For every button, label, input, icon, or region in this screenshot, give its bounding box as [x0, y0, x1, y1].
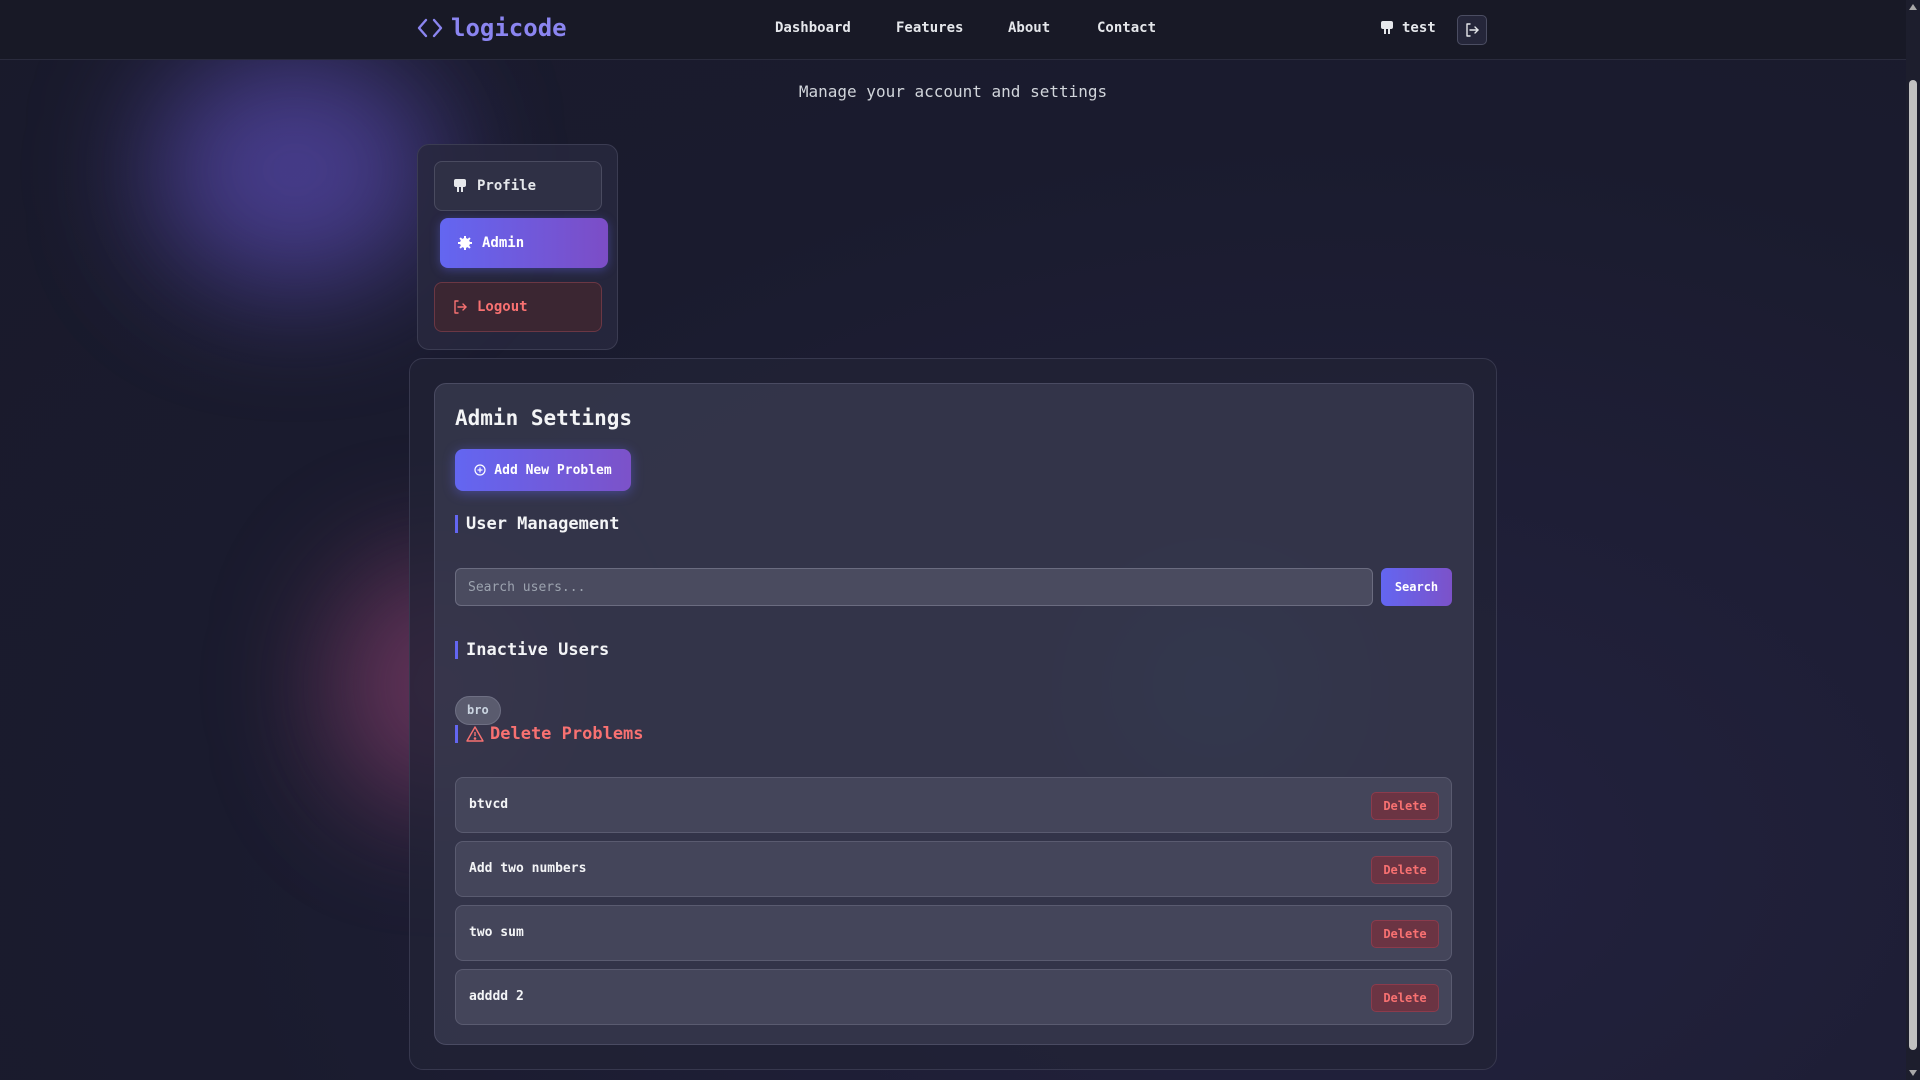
user-menu[interactable]: test [1380, 20, 1436, 36]
logout-icon [454, 300, 467, 314]
scroll-up-arrow[interactable] [1909, 4, 1917, 10]
page-subtitle: Manage your account and settings [798, 82, 1108, 101]
delete-problems-heading: Delete Problems [455, 725, 644, 743]
user-icon [454, 179, 466, 192]
top-navbar: logicode Dashboard Features About Contac… [0, 0, 1906, 60]
delete-button[interactable]: Delete [1371, 984, 1439, 1012]
sidebar-item-label: Admin [482, 235, 525, 251]
inactive-users-title: Inactive Users [455, 641, 609, 659]
sidebar: Profile Admin Logout [417, 144, 618, 350]
sidebar-item-logout[interactable]: Logout [434, 282, 602, 332]
nav-dashboard[interactable]: Dashboard [775, 20, 851, 36]
add-new-problem-button[interactable]: Add New Problem [455, 449, 631, 491]
nav-features[interactable]: Features [896, 20, 963, 36]
problem-name: Add two numbers [469, 861, 587, 876]
admin-settings-title: Admin Settings [455, 406, 633, 430]
scroll-down-arrow[interactable] [1909, 1070, 1917, 1076]
problem-row: two sum Delete [455, 905, 1452, 961]
user-icon [1381, 21, 1393, 34]
problem-row: Add two numbers Delete [455, 841, 1452, 897]
add-new-problem-label: Add New Problem [494, 462, 612, 478]
delete-problems-title: Delete Problems [490, 724, 644, 744]
header-logout-button[interactable] [1457, 15, 1487, 45]
delete-button[interactable]: Delete [1371, 856, 1439, 884]
problem-row: btvcd Delete [455, 777, 1452, 833]
username: test [1402, 20, 1436, 36]
problem-name: adddd 2 [469, 989, 524, 1004]
plus-circle-icon [474, 464, 486, 476]
problem-row: adddd 2 Delete [455, 969, 1452, 1025]
search-button[interactable]: Search [1381, 568, 1452, 606]
nav-contact[interactable]: Contact [1097, 20, 1156, 36]
delete-button[interactable]: Delete [1371, 920, 1439, 948]
warning-icon [466, 726, 484, 742]
problem-name: two sum [469, 925, 524, 940]
delete-button[interactable]: Delete [1371, 792, 1439, 820]
nav-about[interactable]: About [1008, 20, 1050, 36]
inactive-user-badge[interactable]: bro [455, 696, 501, 725]
logo[interactable]: logicode [417, 14, 567, 42]
problem-name: btvcd [469, 797, 509, 812]
gear-icon [458, 236, 472, 250]
user-management-title: User Management [455, 515, 620, 533]
logout-icon [1466, 23, 1479, 37]
page-scrollbar[interactable] [1906, 0, 1920, 1080]
search-users-input[interactable] [455, 568, 1373, 606]
scroll-thumb[interactable] [1909, 80, 1917, 1050]
sidebar-item-label: Profile [477, 178, 537, 194]
admin-settings-card: Admin Settings Add New Problem User Mana… [434, 383, 1474, 1045]
sidebar-item-label: Logout [477, 299, 528, 315]
logo-text: logicode [451, 14, 567, 42]
admin-panel: Admin Settings Add New Problem User Mana… [409, 358, 1497, 1070]
sidebar-item-admin[interactable]: Admin [440, 218, 608, 268]
code-brackets-icon [417, 18, 443, 38]
sidebar-item-profile[interactable]: Profile [434, 161, 602, 211]
